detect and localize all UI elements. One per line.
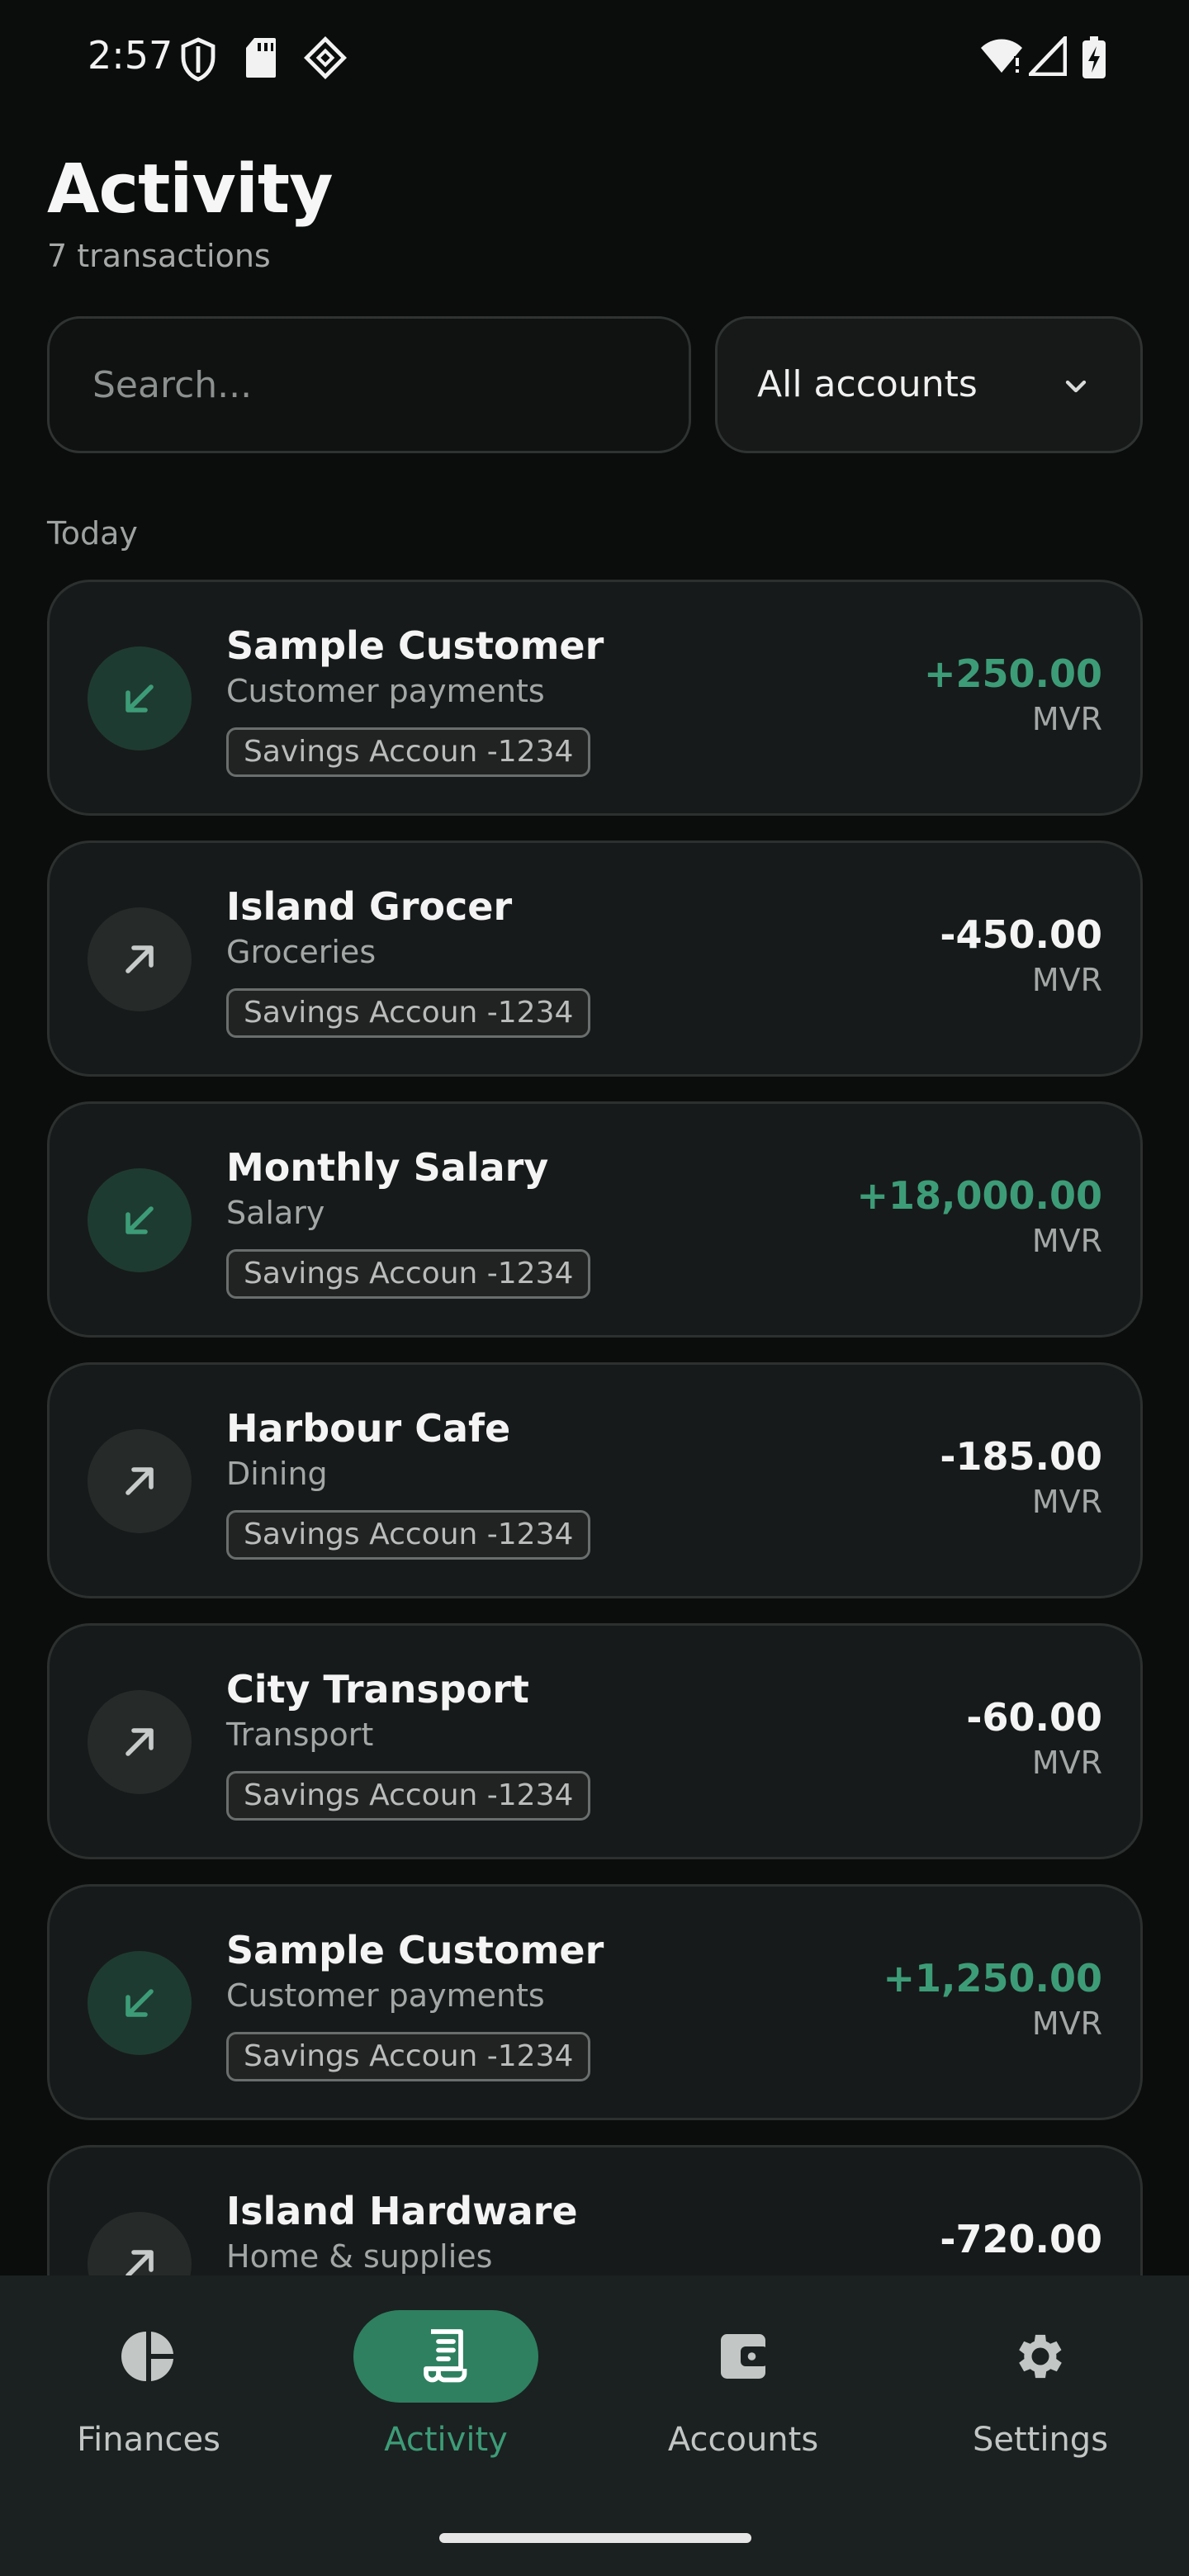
nav-label-finances: Finances	[77, 2421, 220, 2459]
transaction-currency: MVR	[1031, 1745, 1102, 1781]
transaction-name: Harbour Cafe	[226, 1406, 511, 1451]
pie-chart-icon	[0, 2310, 297, 2403]
account-tag: Savings Accoun -1234	[226, 2032, 591, 2081]
transaction-card[interactable]: Island Grocer Groceries Savings Accoun -…	[47, 841, 1143, 1077]
transaction-amount: +250.00	[923, 651, 1102, 696]
nav-item-accounts[interactable]: Accounts	[594, 2275, 892, 2515]
section-label-today: Today	[47, 515, 138, 552]
bottom-navigation: Finances Activity Accounts Settings	[0, 2275, 1189, 2576]
account-filter-value: All accounts	[757, 363, 978, 405]
transaction-name: Monthly Salary	[226, 1145, 549, 1190]
transaction-currency: MVR	[1031, 1484, 1102, 1520]
account-tag: Savings Accoun -1234	[226, 1249, 591, 1299]
wallet-icon	[594, 2310, 892, 2403]
transaction-currency: MVR	[1031, 1223, 1102, 1259]
wifi-alert-icon	[979, 36, 1024, 79]
search-field[interactable]	[47, 316, 691, 453]
incoming-arrow-icon	[88, 1951, 192, 2055]
activity-screen: 2:57 Activity 7 transactions All account…	[0, 0, 1189, 2576]
shield-icon	[178, 36, 218, 86]
transaction-card[interactable]: Harbour Cafe Dining Savings Accoun -1234…	[47, 1362, 1143, 1598]
status-bar: 2:57	[0, 0, 1189, 124]
transaction-amount: +1,250.00	[883, 1956, 1102, 2001]
transaction-name: Island Hardware	[226, 2189, 578, 2233]
incoming-arrow-icon	[88, 1168, 192, 1272]
gear-icon	[892, 2310, 1189, 2403]
transaction-name: Sample Customer	[226, 623, 604, 668]
nav-label-accounts: Accounts	[667, 2421, 819, 2459]
nav-item-settings[interactable]: Settings	[892, 2275, 1189, 2515]
status-time: 2:57	[88, 33, 173, 78]
transaction-amount: -60.00	[966, 1695, 1102, 1740]
sd-card-icon	[244, 36, 277, 83]
receipt-icon	[297, 2310, 594, 2403]
nav-label-settings: Settings	[972, 2421, 1109, 2459]
account-tag: Savings Accoun -1234	[226, 988, 591, 1038]
account-tag: Savings Accoun -1234	[226, 1771, 591, 1821]
nav-label-activity: Activity	[384, 2421, 508, 2459]
battery-charging-icon	[1082, 36, 1106, 83]
incoming-arrow-icon	[88, 646, 192, 751]
page-title: Activity	[47, 150, 334, 229]
transaction-category: Transport	[226, 1717, 374, 1753]
transaction-category: Dining	[226, 1456, 328, 1492]
transaction-currency: MVR	[1031, 701, 1102, 737]
account-tag: Savings Accoun -1234	[226, 727, 591, 777]
transaction-card[interactable]: Sample Customer Customer payments Saving…	[47, 1884, 1143, 2120]
transaction-amount: -450.00	[940, 912, 1102, 957]
transaction-amount: -720.00	[940, 2217, 1102, 2261]
outgoing-arrow-icon	[88, 907, 192, 1011]
transaction-category: Customer payments	[226, 673, 545, 709]
transaction-card[interactable]: City Transport Transport Savings Accoun …	[47, 1623, 1143, 1859]
account-tag: Savings Accoun -1234	[226, 1510, 591, 1560]
transaction-amount: +18,000.00	[856, 1173, 1102, 1218]
search-input[interactable]	[50, 319, 689, 451]
transaction-category: Groceries	[226, 934, 377, 970]
nav-item-activity[interactable]: Activity	[297, 2275, 594, 2515]
transaction-name: City Transport	[226, 1667, 529, 1712]
transaction-name: Sample Customer	[226, 1928, 604, 1972]
chevron-down-icon	[1059, 370, 1092, 406]
outgoing-arrow-icon	[88, 1690, 192, 1794]
transaction-currency: MVR	[1031, 2005, 1102, 2042]
transaction-currency: MVR	[1031, 962, 1102, 998]
transaction-category: Home & supplies	[226, 2238, 493, 2275]
outgoing-arrow-icon	[88, 1429, 192, 1533]
cellular-signal-icon	[1026, 33, 1068, 79]
transaction-card[interactable]: Sample Customer Customer payments Saving…	[47, 580, 1143, 816]
transaction-category: Salary	[226, 1195, 325, 1231]
transaction-count: 7 transactions	[47, 238, 271, 274]
transaction-amount: -185.00	[940, 1434, 1102, 1479]
transaction-category: Customer payments	[226, 1977, 545, 2014]
transaction-name: Island Grocer	[226, 884, 513, 929]
app-badge-icon	[303, 36, 348, 83]
account-filter-dropdown[interactable]: All accounts	[715, 316, 1143, 453]
home-indicator[interactable]	[439, 2533, 751, 2543]
nav-item-finances[interactable]: Finances	[0, 2275, 297, 2515]
transaction-card[interactable]: Monthly Salary Salary Savings Accoun -12…	[47, 1101, 1143, 1338]
